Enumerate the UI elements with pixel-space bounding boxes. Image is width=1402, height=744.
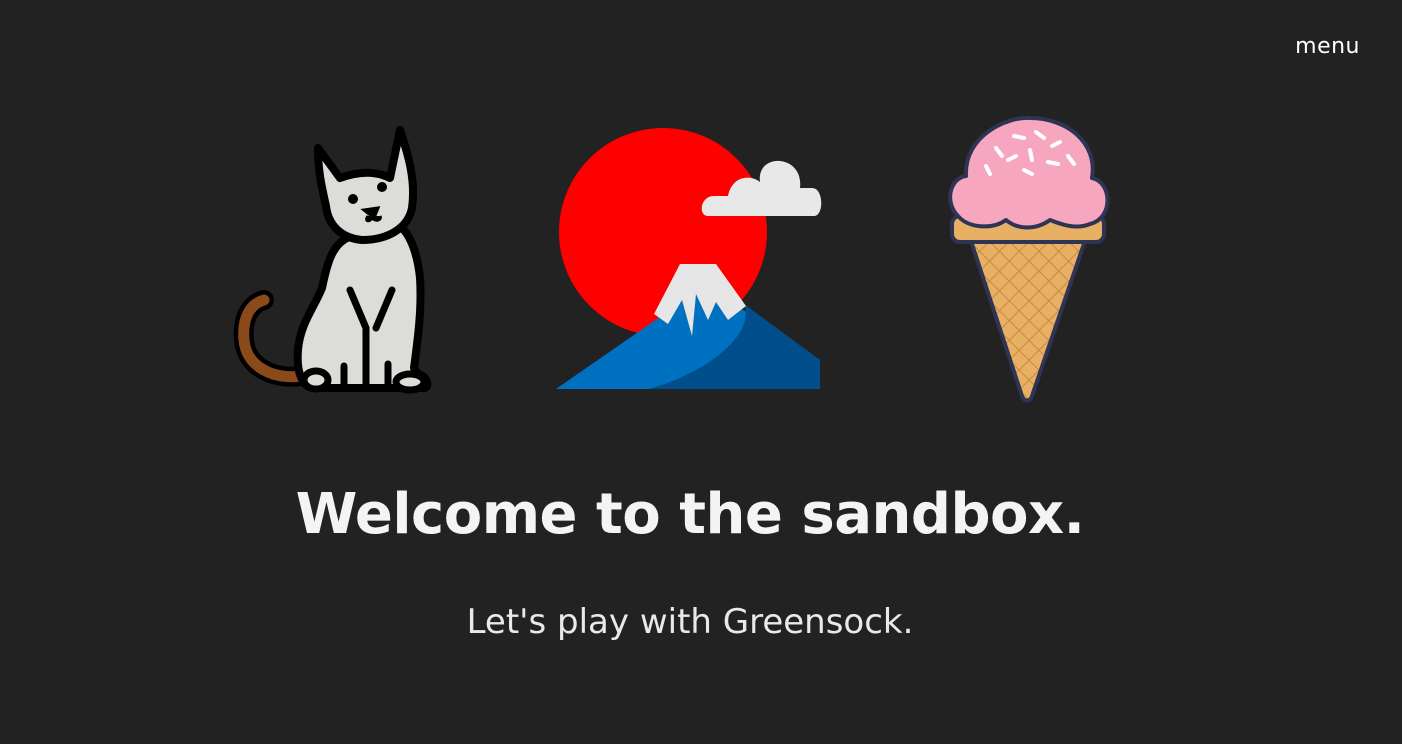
page-subtitle: Let's play with Greensock. — [466, 602, 914, 642]
ice-cream-illustration — [948, 115, 1110, 403]
mount-fuji-illustration — [556, 128, 822, 389]
illustrations-row — [0, 0, 1402, 420]
page-title: Welcome to the sandbox. — [295, 482, 1085, 547]
cat-illustration — [233, 126, 432, 394]
